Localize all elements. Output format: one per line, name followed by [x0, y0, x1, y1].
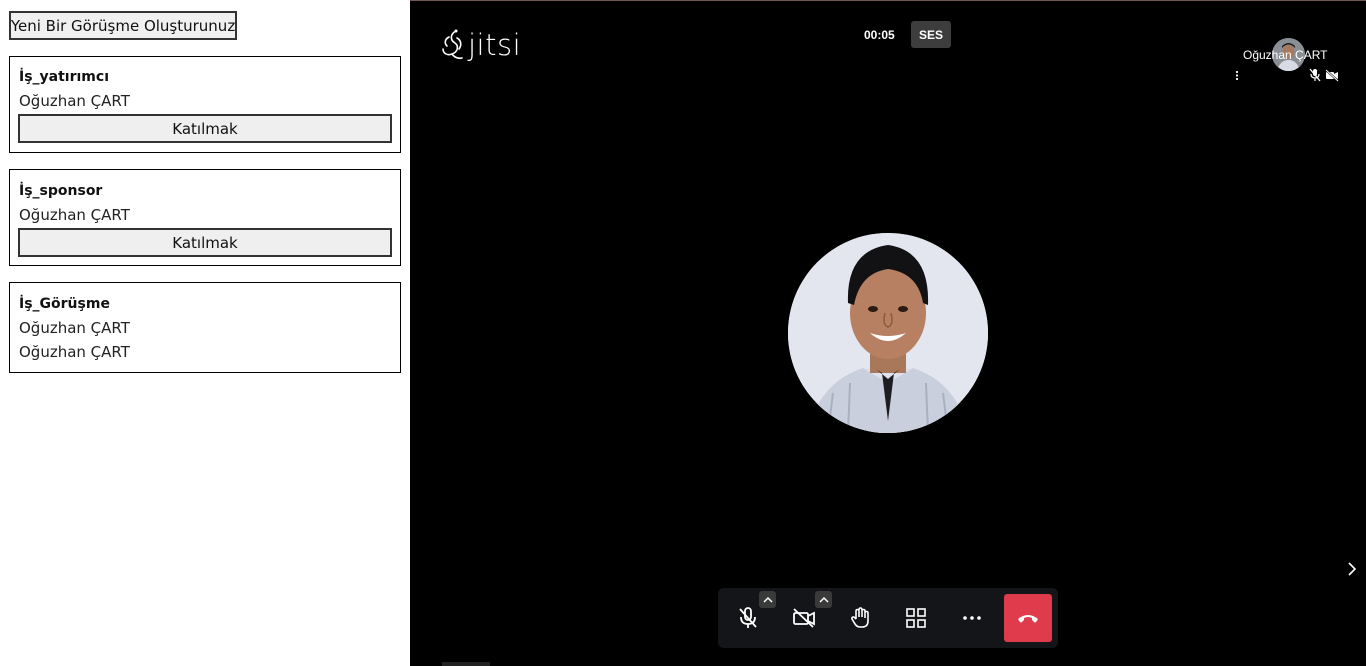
hangup-icon [1018, 615, 1038, 623]
meeting-card: İş_yatırımcı Oğuzhan ÇART Katılmak [9, 56, 401, 153]
participant-name: Oğuzhan ÇART [1243, 48, 1328, 62]
jitsi-logo-icon [442, 29, 463, 60]
more-options-button[interactable] [948, 594, 996, 642]
more-options-icon [963, 616, 981, 620]
tile-view-icon [906, 608, 926, 628]
meeting-card: İş_Görüşme Oğuzhan ÇART Oğuzhan ÇART [9, 282, 401, 373]
hangup-button[interactable] [1004, 594, 1052, 642]
new-meeting-button[interactable]: Yeni Bir Görüşme Oluşturunuz [9, 11, 237, 40]
video-settings-caret[interactable] [815, 591, 832, 608]
chevron-right-icon[interactable] [1345, 560, 1359, 578]
mic-muted-icon [739, 607, 757, 628]
video-conference: jitsi 00:05 SES Oğuzhan ÇART [410, 0, 1366, 666]
meeting-owner: Oğuzhan ÇART [19, 206, 130, 224]
camera-off-icon [793, 608, 815, 628]
chevron-up-icon [762, 596, 773, 603]
dominant-speaker-avatar [788, 233, 988, 433]
jitsi-logo[interactable]: jitsi [440, 28, 521, 62]
call-timer: 00:05 [864, 28, 895, 42]
speaker-photo [788, 233, 988, 433]
thumbnail-menu-icon[interactable] [1233, 68, 1241, 82]
tile-view-button[interactable] [892, 594, 940, 642]
divider [410, 0, 1366, 1]
meeting-card: İş_sponsor Oğuzhan ÇART Katılmak [9, 169, 401, 266]
audio-settings-caret[interactable] [759, 591, 776, 608]
join-button[interactable]: Katılmak [18, 228, 392, 257]
participant-status-icons [1309, 68, 1339, 82]
meeting-owner: Oğuzhan ÇART [19, 319, 130, 337]
meeting-owner: Oğuzhan ÇART [19, 92, 130, 110]
filmstrip-edge [442, 662, 490, 666]
chevron-up-icon [818, 596, 829, 603]
meeting-title: İş_yatırımcı [19, 69, 109, 85]
meeting-title: İş_Görüşme [19, 296, 110, 312]
raise-hand-icon [851, 607, 869, 628]
mic-muted-icon [1309, 68, 1321, 82]
camera-off-icon [1325, 69, 1339, 82]
raise-hand-button[interactable] [836, 594, 884, 642]
logo-text: jitsi [468, 28, 522, 62]
meeting-participant: Oğuzhan ÇART [19, 343, 130, 361]
meetings-panel: Yeni Bir Görüşme Oluşturunuz İş_yatırımc… [0, 0, 410, 666]
join-button[interactable]: Katılmak [18, 114, 392, 143]
call-toolbar [718, 588, 1058, 648]
audio-only-badge: SES [911, 21, 951, 48]
meeting-title: İş_sponsor [19, 183, 103, 199]
